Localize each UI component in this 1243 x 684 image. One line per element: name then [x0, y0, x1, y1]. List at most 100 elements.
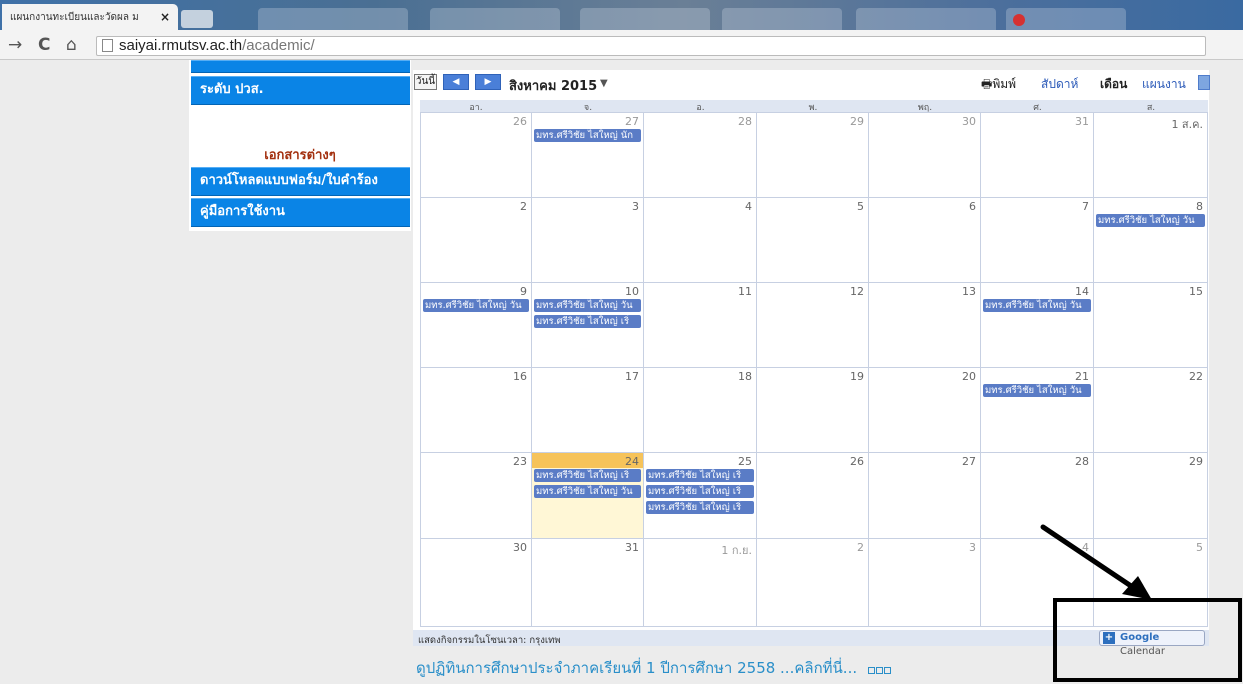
day-number: 14: [1075, 285, 1089, 298]
day-number: 10: [625, 285, 639, 298]
calendar-event[interactable]: มทร.ศรีวิชัย ไสใหญ่ เริ่: [534, 315, 641, 328]
calendar-day[interactable]: 5: [757, 198, 869, 283]
day-number: 29: [1189, 455, 1203, 468]
calendar-day[interactable]: 20: [869, 368, 981, 453]
calendar-day[interactable]: 31: [532, 539, 644, 627]
new-badge-icon: [867, 660, 892, 678]
home-icon[interactable]: ⌂: [66, 35, 77, 55]
calendar-day[interactable]: 15: [1094, 283, 1208, 368]
browser-tab-blurred[interactable]: [430, 8, 560, 30]
calendar-day[interactable]: 7: [981, 198, 1094, 283]
calendar-day[interactable]: 30: [869, 113, 981, 198]
calendar-day[interactable]: 27 มทร.ศรีวิชัย ไสใหญ่ นัก: [532, 113, 644, 198]
sidebar-button-manual[interactable]: คู่มือการใช้งาน: [191, 198, 410, 227]
calendar-event[interactable]: มทร.ศรีวิชัย ไสใหญ่ เริ่: [646, 469, 754, 482]
calendar-day[interactable]: 23: [420, 453, 532, 539]
calendar-day[interactable]: 12: [757, 283, 869, 368]
calendar-event[interactable]: มทร.ศรีวิชัย ไสใหญ่ นัก: [534, 129, 641, 142]
calendar-event[interactable]: มทร.ศรีวิชัย ไสใหญ่ วัน: [1096, 214, 1205, 227]
browser-tab-active[interactable]: แผนกงานทะเบียนและวัดผล ม ×: [2, 4, 178, 30]
day-number: 18: [738, 370, 752, 383]
sidebar-button-level[interactable]: ระดับ ปวส.: [191, 76, 410, 105]
calendar-day[interactable]: 17: [532, 368, 644, 453]
calendar-event[interactable]: มทร.ศรีวิชัย ไสใหญ่ เริ่: [534, 469, 641, 482]
calendar-day[interactable]: 30: [420, 539, 532, 627]
day-header: พฤ.: [869, 100, 981, 113]
calendar-day[interactable]: 14 มทร.ศรีวิชัย ไสใหญ่ วัน: [981, 283, 1094, 368]
calendar-day[interactable]: 1 ส.ค.: [1094, 113, 1208, 198]
chevron-down-icon[interactable]: ▼: [600, 78, 608, 89]
reload-icon[interactable]: C: [38, 35, 50, 55]
calendar-day[interactable]: 22: [1094, 368, 1208, 453]
calendar-event[interactable]: มทร.ศรีวิชัย ไสใหญ่ วัน: [534, 299, 641, 312]
docs-section-title: เอกสารต่างๆ: [264, 148, 336, 163]
sidebar-button-download[interactable]: ดาวน์โหลดแบบฟอร์ม/ใบคำร้อง: [191, 167, 410, 196]
view-dropdown-icon[interactable]: [1198, 75, 1210, 90]
calendar-day[interactable]: 3: [869, 539, 981, 627]
sidebar-button-stub[interactable]: [191, 60, 410, 73]
calendar-day[interactable]: 19: [757, 368, 869, 453]
calendar-day[interactable]: 11: [644, 283, 757, 368]
day-number: 4: [1082, 541, 1089, 554]
calendar-day[interactable]: 18: [644, 368, 757, 453]
calendar-day[interactable]: 10 มทร.ศรีวิชัย ไสใหญ่ วันมทร.ศรีวิชัย ไส…: [532, 283, 644, 368]
calendar-day[interactable]: 6: [869, 198, 981, 283]
day-number: 4: [745, 200, 752, 213]
day-number: 19: [850, 370, 864, 383]
calendar-day[interactable]: 8 มทร.ศรีวิชัย ไสใหญ่ วัน: [1094, 198, 1208, 283]
calendar-event[interactable]: มทร.ศรีวิชัย ไสใหญ่ เริ่: [646, 485, 754, 498]
day-number: 17: [625, 370, 639, 383]
day-number: 27: [625, 115, 639, 128]
url-input[interactable]: saiyai.rmutsv.ac.th/academic/: [96, 36, 1206, 56]
timezone-text: แสดงกิจกรรมในโซนเวลา: กรุงเทพ: [418, 635, 561, 646]
new-tab-button[interactable]: [181, 10, 213, 28]
calendar-day[interactable]: 31: [981, 113, 1094, 198]
calendar-day[interactable]: 3: [532, 198, 644, 283]
calendar-event[interactable]: มทร.ศรีวิชัย ไสใหญ่ วัน: [423, 299, 529, 312]
calendar-day[interactable]: 21 มทร.ศรีวิชัย ไสใหญ่ วัน: [981, 368, 1094, 453]
tab-week[interactable]: สัปดาห์: [1041, 75, 1078, 94]
calendar-day[interactable]: 29: [757, 113, 869, 198]
google-calendar-embed: วันนี้ ◀ ▶ สิงหาคม 2015 ▼ 🖶พิมพ์ สัปดาห์…: [413, 70, 1210, 657]
browser-tab-blurred[interactable]: [722, 8, 842, 30]
calendar-day[interactable]: 13: [869, 283, 981, 368]
prev-month-button[interactable]: ◀: [443, 74, 469, 90]
tab-agenda[interactable]: แผนงาน: [1142, 75, 1186, 94]
calendar-day[interactable]: 9 มทร.ศรีวิชัย ไสใหญ่ วัน: [420, 283, 532, 368]
forward-arrow-icon[interactable]: →: [8, 35, 22, 55]
calendar-event[interactable]: มทร.ศรีวิชัย ไสใหญ่ วัน: [983, 384, 1091, 397]
calendar-day[interactable]: 29: [1094, 453, 1208, 539]
browser-tab-blurred[interactable]: [580, 8, 710, 30]
calendar-day[interactable]: 2: [420, 198, 532, 283]
calendar-day[interactable]: 26: [420, 113, 532, 198]
calendar-day-today[interactable]: 24 มทร.ศรีวิชัย ไสใหญ่ เริ่ มทร.ศรีวิชัย ไ…: [532, 453, 644, 539]
day-number: 11: [738, 285, 752, 298]
calendar-day[interactable]: 1 ก.ย.: [644, 539, 757, 627]
calendar-event[interactable]: มทร.ศรีวิชัย ไสใหญ่ วัน: [534, 485, 641, 498]
browser-tab-title: แผนกงานทะเบียนและวัดผล ม: [10, 11, 139, 23]
calendar-day[interactable]: 2: [757, 539, 869, 627]
day-number: 1 ส.ค.: [1171, 118, 1203, 131]
academic-calendar-link[interactable]: ดูปฏิทินการศึกษาประจำภาคเรียนที่ 1 ปีการ…: [416, 656, 892, 680]
tab-month[interactable]: เดือน: [1100, 75, 1127, 94]
calendar-day[interactable]: 27: [869, 453, 981, 539]
calendar-event[interactable]: มทร.ศรีวิชัย ไสใหญ่ เริ่: [646, 501, 754, 514]
browser-tab-blurred[interactable]: [856, 8, 996, 30]
calendar-day[interactable]: 28: [981, 453, 1094, 539]
calendar-day[interactable]: 4: [644, 198, 757, 283]
calendar-day[interactable]: 28: [644, 113, 757, 198]
day-number: 2: [520, 200, 527, 213]
day-header: จ.: [532, 100, 644, 113]
print-button[interactable]: 🖶พิมพ์: [981, 75, 1016, 96]
calendar-day[interactable]: 16: [420, 368, 532, 453]
day-number: 16: [513, 370, 527, 383]
today-button[interactable]: วันนี้: [414, 74, 437, 90]
calendar-event[interactable]: มทร.ศรีวิชัย ไสใหญ่ วัน: [983, 299, 1091, 312]
day-number: 23: [513, 455, 527, 468]
next-month-button[interactable]: ▶: [475, 74, 501, 90]
browser-tab-blurred[interactable]: [258, 8, 408, 30]
calendar-day[interactable]: 26: [757, 453, 869, 539]
day-number: 2: [857, 541, 864, 554]
close-icon[interactable]: ×: [160, 10, 170, 24]
calendar-day[interactable]: 25 มทร.ศรีวิชัย ไสใหญ่ เริ่ มทร.ศรีวิชัย ไ…: [644, 453, 757, 539]
